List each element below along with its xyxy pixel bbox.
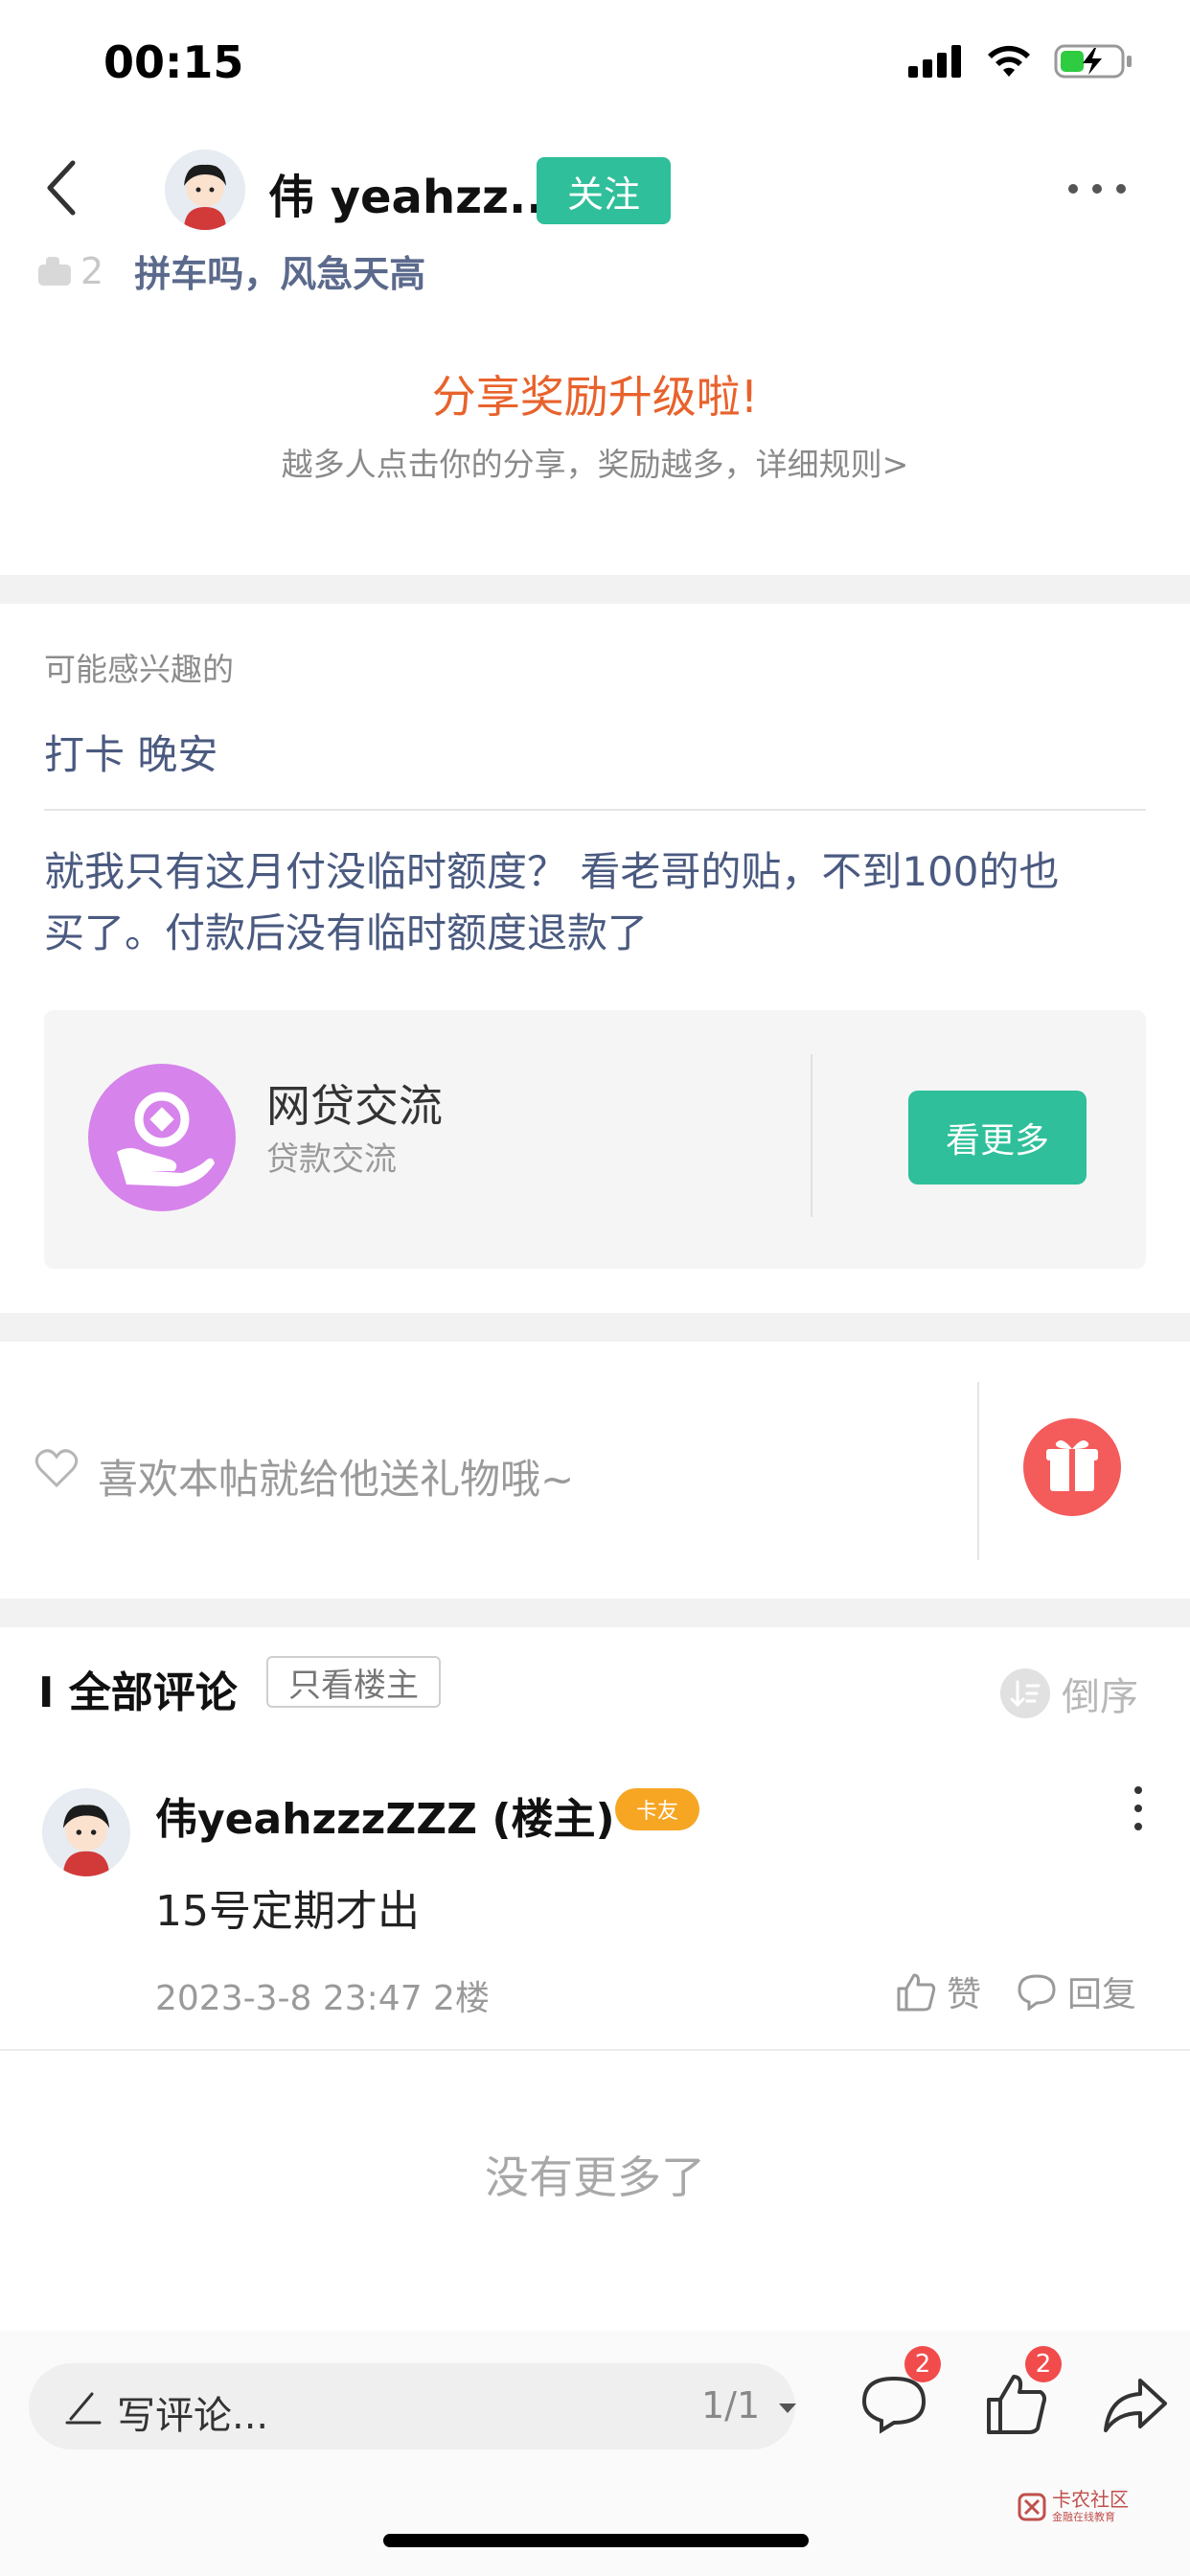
author-avatar[interactable] xyxy=(165,150,245,230)
maybe-interested-heading: 可能感兴趣的 xyxy=(44,651,234,688)
post-line-2: 买了。付款后没有临时额度退款了 xyxy=(44,909,649,956)
wifi-icon xyxy=(988,45,1030,77)
comment-reply-button[interactable]: 回复 xyxy=(1016,1966,1136,2016)
gift-button[interactable] xyxy=(1023,1418,1121,1516)
watermark-text: 卡农社区 xyxy=(1052,2488,1129,2511)
signal-icon xyxy=(908,45,961,78)
pen-icon xyxy=(65,2392,102,2425)
peek-text: 拼车吗，风急天高 xyxy=(134,253,426,295)
divider xyxy=(44,809,1146,811)
page-number: 1/1 xyxy=(701,2384,761,2426)
status-time: 00:15 xyxy=(103,36,244,88)
see-more-button[interactable]: 看更多 xyxy=(908,1091,1087,1184)
like-count-badge: 2 xyxy=(1025,2346,1062,2382)
share-icon[interactable] xyxy=(1102,2375,1169,2434)
comments-icon[interactable] xyxy=(860,2375,927,2434)
kanong-logo-icon xyxy=(1018,2493,1046,2521)
no-more-text: 没有更多了 xyxy=(485,2151,705,2203)
sort-label: 倒序 xyxy=(1062,1675,1138,1719)
battery-icon xyxy=(1054,44,1132,79)
more-options-icon[interactable] xyxy=(1064,172,1131,205)
section-separator xyxy=(0,1313,1190,1342)
author-name[interactable]: 伟 yeahzz... xyxy=(268,159,561,226)
watermark-subtext: 金融在线教育 xyxy=(1052,2511,1115,2523)
peek-count: 2 xyxy=(80,249,104,292)
comment-meta: 2023-3-8 23:47 2楼 xyxy=(155,1979,490,2018)
watermark: 卡农社区 金融在线教育 xyxy=(1018,2490,1129,2524)
all-comments-heading: I 全部评论 xyxy=(38,1668,238,1717)
reply-bubble-icon xyxy=(1018,1974,1056,2011)
follow-button[interactable]: 关注 xyxy=(537,157,671,224)
related-post-peek[interactable]: 2 拼车吗，风急天高 xyxy=(38,244,425,297)
gift-icon xyxy=(1046,1440,1098,1491)
thumbs-up-icon xyxy=(897,1973,936,2012)
share-reward-title: 分享奖励升级啦! xyxy=(431,371,759,423)
forum-card-title: 网贷交流 xyxy=(266,1080,443,1132)
reply-label: 回复 xyxy=(1067,1975,1137,2014)
page-indicator[interactable]: 1/1 xyxy=(701,2384,798,2426)
comment-menu-icon[interactable] xyxy=(1129,1784,1148,1832)
commenter-name[interactable]: 伟yeahzzzZZZ (楼主) xyxy=(155,1784,615,1846)
gift-prompt[interactable]: 喜欢本帖就给他送礼物哦~ xyxy=(98,1447,574,1506)
forum-card-subtitle: 贷款交流 xyxy=(266,1140,397,1179)
section-separator xyxy=(0,1598,1190,1627)
card-divider xyxy=(811,1054,812,1217)
member-badge: 卡友 xyxy=(615,1788,699,1830)
interested-post-link[interactable]: 就我只有这月付没临时额度？ 看老哥的贴，不到100的也 买了。付款后没有临时额度… xyxy=(44,841,1156,964)
heart-icon xyxy=(34,1449,79,1488)
section-separator xyxy=(0,575,1190,604)
post-line-1: 就我只有这月付没临时额度？ 看老哥的贴，不到100的也 xyxy=(44,848,1060,895)
comment-body: 15号定期才出 xyxy=(155,1887,420,1936)
caret-down-icon xyxy=(779,2403,797,2413)
only-op-filter[interactable]: 只看楼主 xyxy=(266,1656,441,1708)
sort-toggle[interactable]: 倒序 xyxy=(1000,1666,1138,1721)
comment-divider xyxy=(0,2049,1190,2051)
gift-divider xyxy=(977,1382,979,1560)
comment-count-badge: 2 xyxy=(904,2346,941,2382)
commenter-avatar[interactable] xyxy=(42,1788,130,1876)
status-icons xyxy=(908,42,1133,80)
loan-hand-icon xyxy=(88,1064,236,1211)
comment-like-button[interactable]: 赞 xyxy=(895,1966,981,2016)
share-reward-rules-link[interactable]: 越多人点击你的分享，奖励越多，详细规则> xyxy=(0,439,1190,485)
interested-topic-link[interactable]: 打卡 晚安 xyxy=(44,723,217,781)
comment-placeholder[interactable]: 写评论... xyxy=(117,2384,268,2440)
back-icon[interactable] xyxy=(42,159,80,217)
home-indicator[interactable] xyxy=(383,2534,809,2547)
sort-icon xyxy=(1000,1668,1050,1718)
like-label: 赞 xyxy=(947,1975,982,2014)
thumb-icon xyxy=(38,256,71,286)
